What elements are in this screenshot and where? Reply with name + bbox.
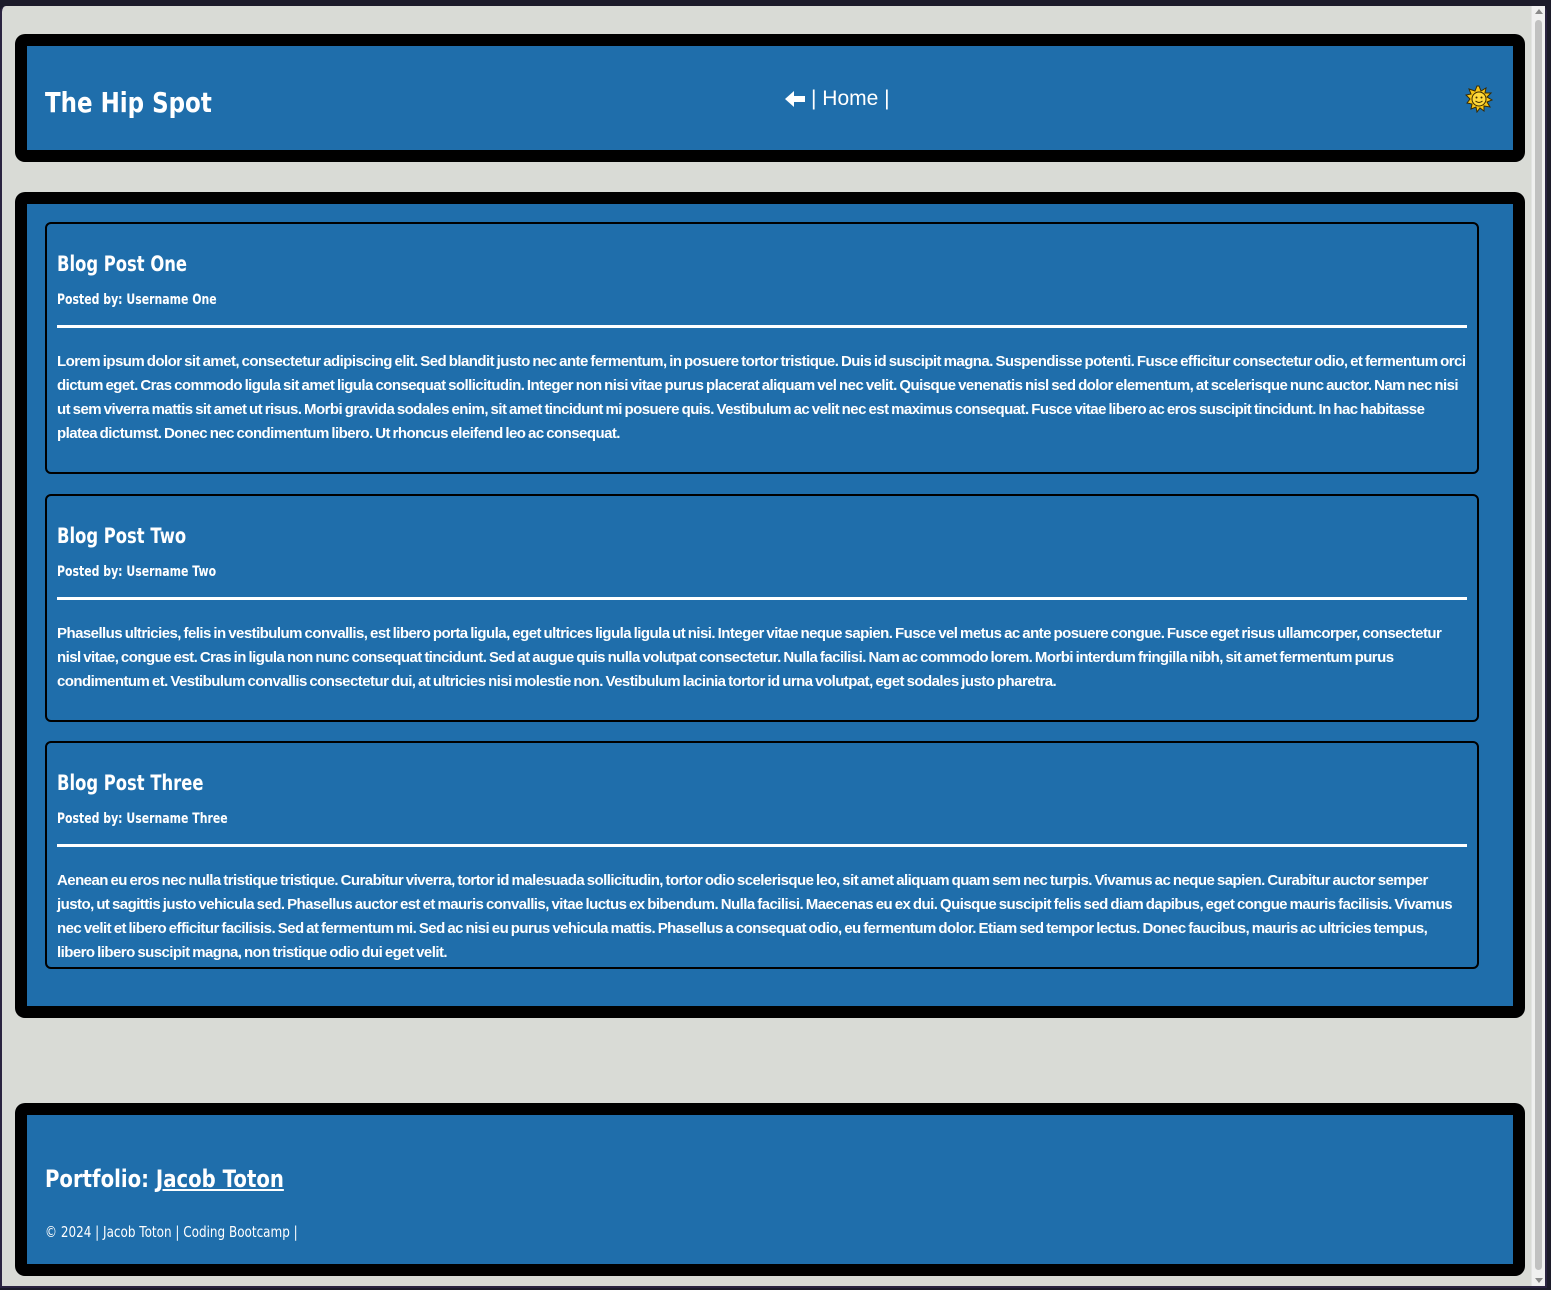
post-title: Blog Post One — [57, 252, 188, 276]
post-author: Posted by: Username One — [57, 292, 217, 308]
nav-home-link[interactable]: | Home | — [811, 87, 890, 111]
portfolio-link[interactable]: Jacob Toton — [156, 1165, 284, 1193]
main-nav: | Home | — [785, 87, 890, 111]
vertical-scrollbar[interactable] — [1531, 6, 1545, 1286]
blog-post: Blog Post One Posted by: Username One Lo… — [45, 222, 1479, 474]
browser-viewport: The Hip Spot | Home | Blog Post One Post… — [0, 6, 1547, 1288]
scroll-up-icon[interactable] — [1535, 9, 1543, 14]
portfolio-label: Portfolio: — [45, 1165, 150, 1193]
arrow-left-icon[interactable] — [785, 91, 805, 107]
copyright-text: © 2024 | Jacob Toton | Coding Bootcamp | — [45, 1223, 298, 1241]
site-title: The Hip Spot — [45, 86, 212, 119]
blog-post: Blog Post Three Posted by: Username Thre… — [45, 741, 1479, 969]
post-title: Blog Post Three — [57, 771, 204, 795]
post-divider — [57, 325, 1467, 328]
theme-toggle-button[interactable] — [1464, 85, 1494, 114]
scrollbar-thumb[interactable] — [1535, 20, 1542, 1270]
post-body: Aenean eu eros nec nulla tristique trist… — [57, 872, 1453, 961]
post-body: Lorem ipsum dolor sit amet, consectetur … — [57, 353, 1466, 442]
post-body: Phasellus ultricies, felis in vestibulum… — [57, 625, 1442, 690]
post-author: Posted by: Username Three — [57, 811, 228, 827]
scroll-down-icon[interactable] — [1535, 1278, 1543, 1283]
post-title: Blog Post Two — [57, 524, 187, 548]
site-header: The Hip Spot | Home | — [15, 34, 1525, 162]
sun-icon — [1464, 85, 1494, 114]
post-divider — [57, 597, 1467, 600]
site-footer: Portfolio: Jacob Toton © 2024 | Jacob To… — [15, 1103, 1525, 1276]
blog-posts-section: Blog Post One Posted by: Username One Lo… — [15, 192, 1525, 1018]
post-divider — [57, 844, 1467, 847]
post-author: Posted by: Username Two — [57, 564, 217, 580]
portfolio-heading: Portfolio: Jacob Toton — [45, 1165, 284, 1193]
blog-post: Blog Post Two Posted by: Username Two Ph… — [45, 494, 1479, 722]
